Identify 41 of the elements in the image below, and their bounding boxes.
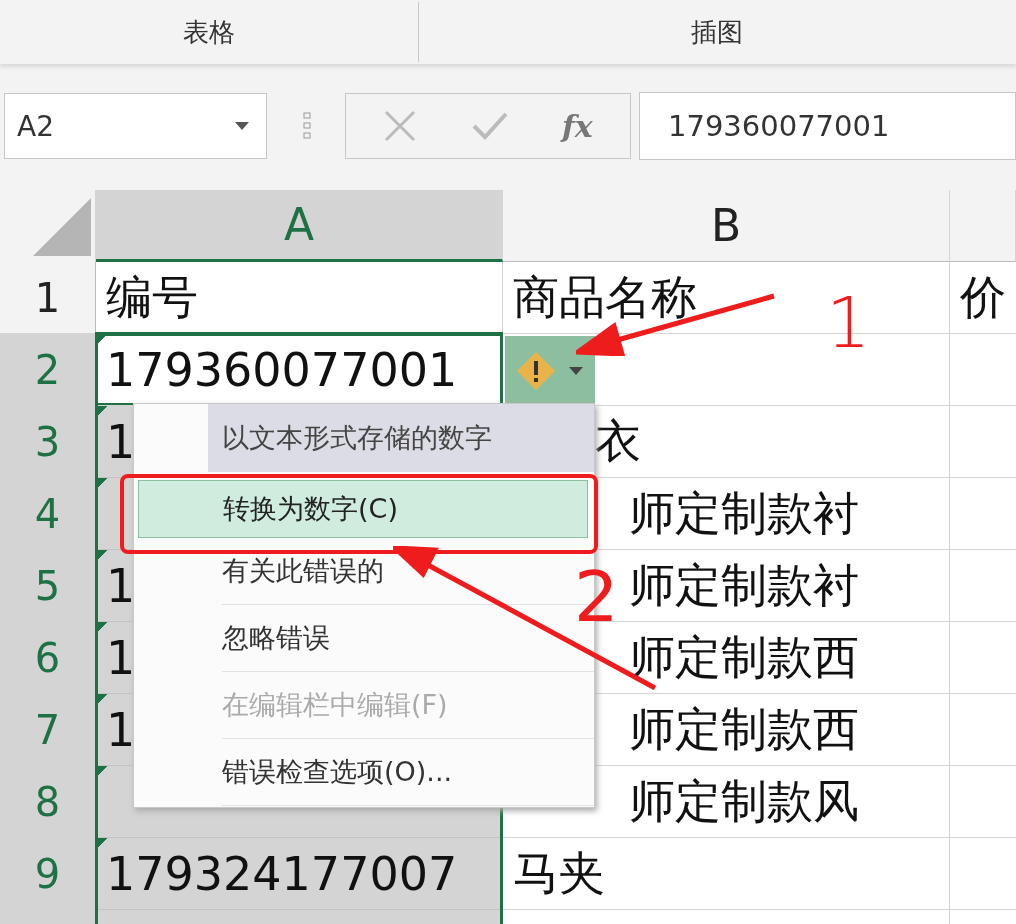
table-cell-text: 马夹 xyxy=(513,845,605,902)
table-cell-text: 衣 xyxy=(595,413,641,470)
error-options-button[interactable] xyxy=(505,336,595,406)
table-cell-text: 价 xyxy=(960,269,1006,326)
row-header[interactable]: 5 xyxy=(0,550,96,622)
table-cell-text: 师定制款西 xyxy=(629,701,859,758)
menu-item[interactable]: 转换为数字(C) xyxy=(138,480,588,538)
callout-number: 1 xyxy=(826,288,871,358)
table-cell-text: 师定制款衬 xyxy=(629,557,859,614)
row-header[interactable]: 6 xyxy=(0,622,96,694)
caret-icon xyxy=(567,366,584,376)
name-box[interactable]: A2 xyxy=(4,93,267,159)
column-header[interactable] xyxy=(950,190,1016,262)
row-header[interactable]: 8 xyxy=(0,766,96,838)
row-header[interactable]: 9 xyxy=(0,838,96,910)
row-header[interactable]: 2 xyxy=(0,334,96,406)
grip-icon xyxy=(303,111,311,141)
ribbon-group-label: 插图 xyxy=(691,15,744,49)
row-header[interactable]: 4 xyxy=(0,478,96,550)
insert-function-button[interactable]: fx xyxy=(561,108,593,144)
ribbon-group-label: 表格 xyxy=(182,15,235,49)
column-header[interactable]: A xyxy=(96,190,503,262)
column-header[interactable]: B xyxy=(503,190,950,262)
table-cell: 179324177007 xyxy=(96,838,503,910)
table-cell: 编号 xyxy=(96,262,503,334)
table-cell-text: 师定制款西 xyxy=(629,629,859,686)
table-cell: 179360077001 xyxy=(96,334,503,406)
check-icon[interactable] xyxy=(471,111,508,141)
formula-field[interactable]: 179360077001 xyxy=(639,92,1016,160)
warning-icon xyxy=(516,351,557,391)
row-header[interactable]: 1 xyxy=(0,262,96,334)
menu-header: 以文本形式存储的数字 xyxy=(208,404,594,472)
row-header[interactable]: 3 xyxy=(0,406,96,478)
table-cell-text: 商品名称 xyxy=(513,269,697,326)
caret-icon xyxy=(234,121,250,131)
row-header[interactable]: 7 xyxy=(0,694,96,766)
table-cell-text: 师定制款风 xyxy=(629,773,859,830)
menu-item[interactable]: 错误检查选项(O)... xyxy=(222,739,594,806)
cancel-icon[interactable] xyxy=(383,109,418,143)
table-cell-text: 师定制款衬 xyxy=(629,485,859,542)
row-header[interactable] xyxy=(0,910,96,924)
